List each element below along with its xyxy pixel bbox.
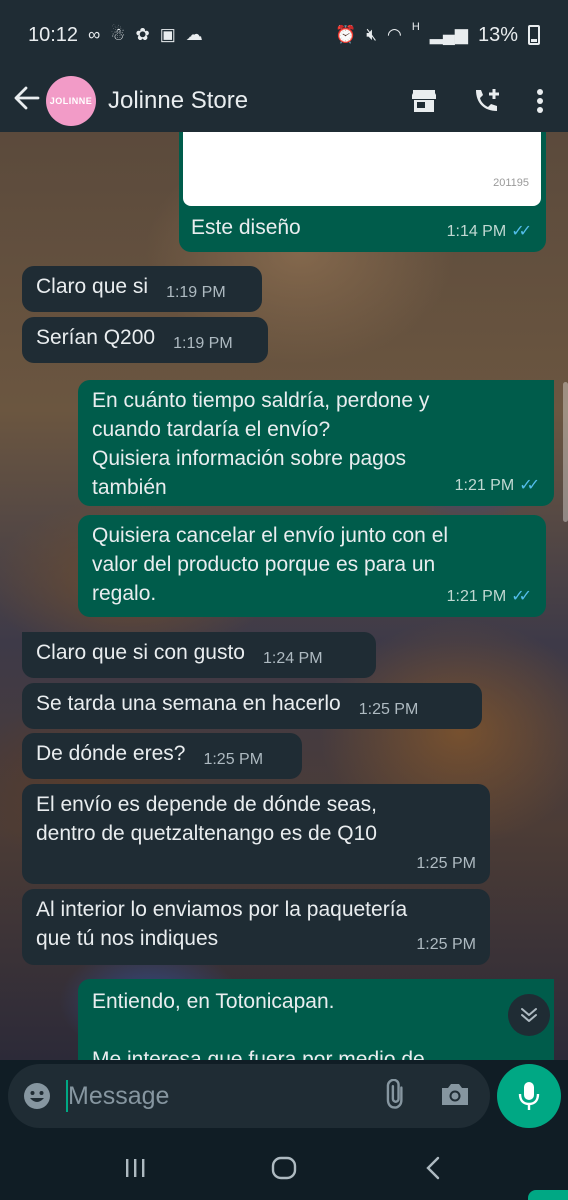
message-line: dentro de quetzaltenango es de Q10 (36, 822, 377, 845)
message-time: 1:21 PM (446, 588, 507, 605)
input-area (0, 1060, 568, 1136)
message-line: El envío es depende de dónde seas, (36, 793, 377, 816)
system-navigation-bar (0, 1136, 568, 1200)
store-icon[interactable] (410, 88, 438, 114)
message-text: Claro que si (36, 275, 149, 298)
network-type: H (411, 21, 420, 33)
image-caption: Este diseño (191, 216, 301, 239)
back-nav-icon[interactable] (403, 1138, 463, 1198)
home-icon[interactable] (254, 1138, 314, 1198)
message-text: Se tarda una semana en hacerlo (36, 692, 341, 715)
message-time-row: 1:21 PM ✓✓ (447, 582, 532, 611)
message-time-row: 1:21 PM ✓✓ (455, 471, 540, 500)
message-line: Me interesa que fuera por medio de (92, 1048, 425, 1060)
add-call-icon[interactable] (472, 87, 502, 115)
message-line: valor del producto porque es para un (92, 553, 436, 576)
wifi-icon: ◠ (386, 25, 402, 44)
message-text: Serían Q200 (36, 326, 156, 349)
notification-icon: ☃ (110, 25, 126, 44)
camera-icon[interactable] (440, 1081, 470, 1112)
app-notification-icon: ✿ (135, 25, 150, 44)
incoming-message[interactable]: El envío es depende de dónde seas, dentr… (22, 784, 490, 884)
message-time: 1:19 PM (173, 335, 233, 352)
read-ticks-icon: ✓✓ (511, 588, 532, 605)
message-line: En cuánto tiempo saldría, perdone y (92, 389, 430, 412)
outgoing-message[interactable]: En cuánto tiempo saldría, perdone y cuan… (78, 380, 554, 506)
message-time: 1:24 PM (262, 650, 323, 667)
contact-name[interactable]: Jolinne Store (108, 87, 248, 115)
avatar[interactable]: JOLINNE (46, 76, 96, 126)
scroll-indicator[interactable] (563, 382, 568, 522)
message-line: cuando tardaría el envío? (92, 418, 331, 441)
outgoing-message[interactable]: Quisiera cancelar el envío junto con el … (78, 515, 546, 617)
message-time: 1:25 PM (416, 855, 476, 872)
read-ticks-icon: ✓✓ (511, 223, 532, 240)
battery-icon (528, 25, 540, 45)
message-line: Al interior lo enviamos por la paqueterí… (36, 898, 408, 921)
chat-header: JOLINNE Jolinne Store (0, 70, 568, 132)
recent-apps-icon[interactable] (105, 1138, 165, 1198)
outgoing-message[interactable]: Entiendo, en Totonicapan. Me interesa qu… (78, 979, 554, 1060)
scroll-to-bottom-button[interactable] (508, 994, 550, 1036)
image-message[interactable]: 201195 Este diseño 1:14 PM ✓✓ (179, 132, 546, 252)
battery-percent: 13% (477, 23, 518, 46)
message-time: 1:25 PM (203, 751, 264, 768)
signal-icon: ▂▄▆ (429, 25, 468, 44)
emoji-icon[interactable] (22, 1081, 52, 1111)
message-time: 1:21 PM (454, 477, 515, 494)
incoming-message[interactable]: Se tarda una semana en hacerlo 1:25 PM (22, 683, 482, 729)
back-arrow-icon[interactable] (10, 86, 44, 116)
message-time: 1:25 PM (358, 701, 419, 718)
status-time: 10:12 (28, 23, 79, 46)
gallery-icon: ▣ (159, 25, 176, 44)
status-bar: 10:12 ∞ ☃ ✿ ▣ ☁ ⏰ 🔇︎ ◠ H ▂▄▆ 13% (0, 0, 568, 70)
incoming-message[interactable]: Claro que si 1:19 PM (22, 266, 262, 312)
message-line: que tú nos indiques (36, 927, 219, 950)
message-line: Entiendo, en Totonicapan. (92, 990, 335, 1013)
message-time: 1:14 PM (446, 223, 507, 240)
cloud-icon: ☁ (185, 25, 203, 44)
message-text: Claro que si con gusto (36, 641, 245, 664)
message-input[interactable] (68, 1081, 368, 1111)
alarm-icon: ⏰ (335, 25, 357, 44)
read-ticks-icon: ✓✓ (519, 477, 540, 494)
image-code: 201195 (493, 177, 529, 189)
avatar-text: JOLINNE (49, 96, 93, 106)
message-time-row: 1:14 PM ✓✓ (447, 217, 532, 246)
corner-indicator (528, 1190, 568, 1200)
message-line: Quisiera cancelar el envío junto con el (92, 524, 449, 547)
attach-icon[interactable] (380, 1078, 410, 1114)
incoming-message[interactable]: Al interior lo enviamos por la paqueterí… (22, 889, 490, 965)
voicemail-icon: ∞ (88, 25, 101, 44)
incoming-message[interactable]: Claro que si con gusto 1:24 PM (22, 632, 376, 678)
more-options-icon[interactable] (536, 88, 544, 114)
product-image[interactable]: 201195 (183, 132, 541, 206)
mute-icon: 🔇︎ (366, 25, 377, 44)
microphone-icon (518, 1082, 540, 1110)
voice-message-button[interactable] (497, 1064, 561, 1128)
message-line: Quisiera información sobre pagos (92, 447, 406, 470)
message-text: De dónde eres? (36, 742, 186, 765)
message-time: 1:19 PM (166, 284, 226, 301)
incoming-message[interactable]: De dónde eres? 1:25 PM (22, 733, 302, 779)
chat-area[interactable]: 201195 Este diseño 1:14 PM ✓✓ Claro que … (0, 132, 568, 1060)
message-time: 1:25 PM (416, 936, 476, 953)
message-composer[interactable] (8, 1064, 490, 1128)
incoming-message[interactable]: Serían Q200 1:19 PM (22, 317, 268, 363)
